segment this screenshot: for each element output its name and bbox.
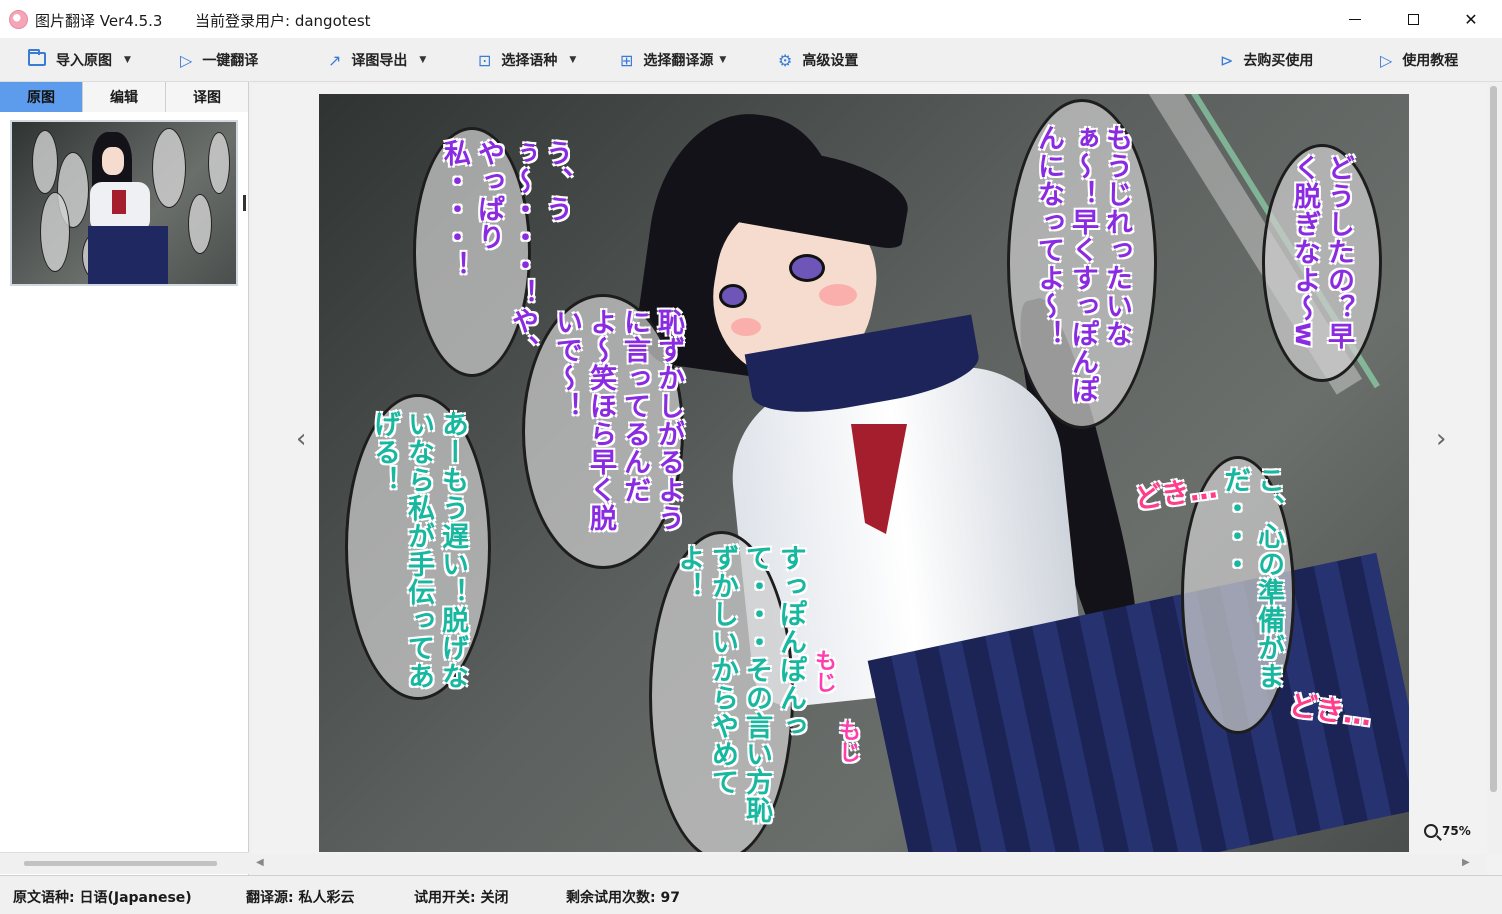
tab-translated[interactable]: 译图 xyxy=(166,82,249,112)
title-bar: 图片翻译 Ver4.5.3 当前登录用户: dangotest ✕ xyxy=(0,0,1502,38)
scrollbar-thumb[interactable] xyxy=(1490,86,1497,792)
scroll-right-icon[interactable]: ▶ xyxy=(1462,857,1470,868)
manga-image: う、うぅ〜・・・！や、やっぱり私・・・！ あーもう遅い！脱げないなら私が手伝って… xyxy=(319,94,1409,852)
export-label: 译图导出 xyxy=(351,53,408,69)
scrollbar-thumb[interactable] xyxy=(24,861,217,866)
import-image-button[interactable]: 导入原图 ▼ xyxy=(28,38,131,82)
app-logo-icon xyxy=(9,10,28,29)
horizontal-scrollbar[interactable]: ◀ ▶ xyxy=(252,854,1487,875)
image-tabs: 原图 编辑 译图 xyxy=(0,82,249,112)
chevron-down-icon: ▼ xyxy=(124,55,131,65)
status-trial-switch: 试用开关: 关闭 xyxy=(414,890,509,906)
bubble-2-text: あーもう遅い！脱げないなら私が手伝ってあげる！ xyxy=(367,410,469,690)
zoom-icon xyxy=(1424,824,1438,838)
maximize-icon xyxy=(1407,13,1419,25)
play-icon: ▷ xyxy=(1380,50,1393,70)
one-click-translate-button[interactable]: ▷ 一键翻译 xyxy=(180,38,258,82)
app-title: 图片翻译 Ver4.5.3 xyxy=(35,12,163,30)
status-bar: 原文语种: 日语(Japanese) 翻译源: 私人彩云 试用开关: 关闭 剩余… xyxy=(0,875,1502,914)
zoom-value: 75% xyxy=(1442,824,1471,838)
sfx-moji-1: もじ xyxy=(811,649,836,693)
chevron-down-icon: ▼ xyxy=(419,55,427,65)
bubble-4-text: もうじれったいなぁ〜！早くすっぽんぽんになってよ〜！ xyxy=(1031,124,1133,424)
source-label: 选择翻译源 xyxy=(643,53,714,69)
bubble-6-text: すっぽんぽんって・・・その言い方恥ずかしいからやめてよ！ xyxy=(671,544,807,844)
tab-original[interactable]: 原图 xyxy=(0,82,83,112)
import-label: 导入原图 xyxy=(56,53,112,69)
bubble-5-text: どうしたの？早く脱ぎなよ〜w xyxy=(1287,154,1355,374)
left-horizontal-scrollbar[interactable] xyxy=(0,852,249,874)
sfx-moji-2: もじ xyxy=(835,719,860,763)
minimize-icon xyxy=(1349,18,1361,20)
thumbnail-marker xyxy=(243,195,246,211)
buy-label: 去购买使用 xyxy=(1243,53,1314,69)
previous-image-button[interactable]: ‹ xyxy=(296,424,306,454)
image-viewer: ‹ › う、うぅ〜・・・！や、やっぱり私・・・！ あーもう遅い！脱げないなら私が… xyxy=(252,84,1502,875)
settings-label: 高级设置 xyxy=(802,53,859,69)
bubble-1-line-1: う、うぅ〜・・・！ xyxy=(507,139,572,307)
bubble-5-line-1: どうしたの？ xyxy=(1323,154,1354,322)
bubble-7-text: こ、心の準備がまだ・・・ xyxy=(1217,466,1285,726)
bubble-2-line-1: あーもう遅い！ xyxy=(437,410,468,606)
gear-icon: ⚙ xyxy=(778,50,793,70)
maximize-button[interactable] xyxy=(1383,0,1443,38)
zoom-indicator[interactable]: 75% xyxy=(1424,824,1471,838)
left-panel: 原图 编辑 译图 xyxy=(0,82,249,875)
close-button[interactable]: ✕ xyxy=(1441,0,1501,38)
image-thumbnail[interactable] xyxy=(10,120,238,286)
select-source-button[interactable]: ⊞ 选择翻译源 ▼ xyxy=(620,38,726,82)
chevron-down-icon: ▼ xyxy=(719,55,727,65)
bubble-4-line-3: なってよ〜！ xyxy=(1033,180,1064,348)
language-label: 选择语种 xyxy=(501,53,558,69)
tab-edit[interactable]: 编辑 xyxy=(83,82,166,112)
folder-icon xyxy=(28,48,46,70)
tutorial-button[interactable]: ▷ 使用教程 xyxy=(1380,38,1458,82)
language-icon: ⊡ xyxy=(478,50,492,70)
advanced-settings-button[interactable]: ⚙ 高级设置 xyxy=(778,38,858,82)
minimize-button[interactable] xyxy=(1325,0,1385,38)
buy-button[interactable]: ⊳ 去购买使用 xyxy=(1220,38,1313,82)
vertical-scrollbar[interactable] xyxy=(1487,84,1502,854)
translate-source-icon: ⊞ xyxy=(620,50,634,70)
tutorial-label: 使用教程 xyxy=(1402,53,1459,69)
export-image-button[interactable]: ↗ 译图导出 ▼ xyxy=(328,38,426,82)
chevron-down-icon: ▼ xyxy=(569,55,577,65)
play-icon: ▷ xyxy=(180,50,193,70)
bubble-7-line-1: こ、心の準備がまだ・・・ xyxy=(1219,466,1284,690)
status-source-language: 原文语种: 日语(Japanese) xyxy=(13,890,192,906)
scroll-left-icon[interactable]: ◀ xyxy=(256,857,264,868)
login-user-label: 当前登录用户: dangotest xyxy=(195,12,371,30)
close-icon: ✕ xyxy=(1464,9,1478,29)
toolbar: 导入原图 ▼ ▷ 一键翻译 ↗ 译图导出 ▼ ⊡ 选择语种 ▼ ⊞ 选择翻译源 … xyxy=(0,38,1502,82)
share-icon: ↗ xyxy=(328,50,342,70)
next-image-button[interactable]: › xyxy=(1436,424,1446,454)
bubble-3-text: 恥ずかしがるように言ってるんだよ〜笑ほら早く脱いで〜！ xyxy=(549,308,685,558)
status-translation-engine: 翻译源: 私人彩云 xyxy=(246,890,355,906)
select-language-button[interactable]: ⊡ 选择语种 ▼ xyxy=(478,38,576,82)
status-remaining-trials: 剩余试用次数: 97 xyxy=(566,890,680,906)
circle-arrow-icon: ⊳ xyxy=(1220,50,1234,70)
translate-label: 一键翻译 xyxy=(202,53,259,69)
